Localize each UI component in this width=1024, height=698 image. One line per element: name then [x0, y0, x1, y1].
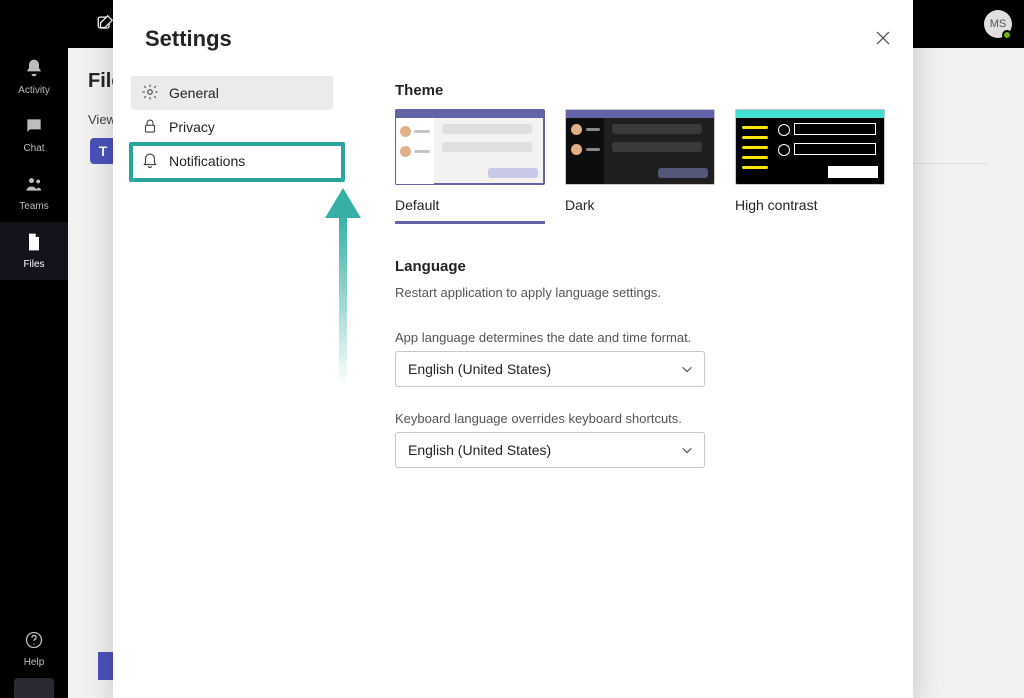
- nav-item-general[interactable]: General: [131, 76, 333, 110]
- theme-option-high-contrast[interactable]: High contrast: [735, 109, 885, 224]
- chevron-down-icon: [680, 443, 694, 460]
- theme-label: High contrast: [735, 197, 885, 213]
- theme-options: Default Dark: [395, 109, 885, 224]
- nav-item-privacy[interactable]: Privacy: [131, 110, 333, 144]
- select-value: English (United States): [408, 442, 551, 458]
- nav-item-notifications[interactable]: Notifications: [131, 144, 333, 178]
- bell-icon: [141, 151, 159, 172]
- theme-option-default[interactable]: Default: [395, 109, 545, 224]
- annotation-arrow-icon: [313, 188, 373, 386]
- lock-icon: [141, 117, 159, 138]
- nav-label: Notifications: [169, 153, 245, 169]
- language-section-title: Language: [395, 258, 885, 275]
- theme-thumbnail: [395, 109, 545, 185]
- settings-content: Theme Default: [395, 82, 885, 468]
- keyboard-language-hint: Keyboard language overrides keyboard sho…: [395, 411, 885, 426]
- nav-label: General: [169, 85, 219, 101]
- nav-label: Privacy: [169, 119, 215, 135]
- theme-label: Dark: [565, 197, 715, 213]
- settings-dialog: Settings General Privacy Notifications T…: [113, 0, 913, 698]
- theme-section-title: Theme: [395, 82, 885, 99]
- app-language-select[interactable]: English (United States): [395, 351, 705, 387]
- close-icon[interactable]: [875, 30, 891, 46]
- dialog-title: Settings: [145, 26, 232, 52]
- theme-label: Default: [395, 197, 545, 213]
- app-language-hint: App language determines the date and tim…: [395, 330, 885, 345]
- selected-underline: [395, 221, 545, 224]
- theme-thumbnail: [565, 109, 715, 185]
- keyboard-language-select[interactable]: English (United States): [395, 432, 705, 468]
- theme-thumbnail: [735, 109, 885, 185]
- gear-icon: [141, 83, 159, 104]
- language-restart-hint: Restart application to apply language se…: [395, 285, 885, 300]
- chevron-down-icon: [680, 362, 694, 379]
- settings-nav: General Privacy Notifications: [131, 76, 333, 178]
- select-value: English (United States): [408, 361, 551, 377]
- theme-option-dark[interactable]: Dark: [565, 109, 715, 224]
